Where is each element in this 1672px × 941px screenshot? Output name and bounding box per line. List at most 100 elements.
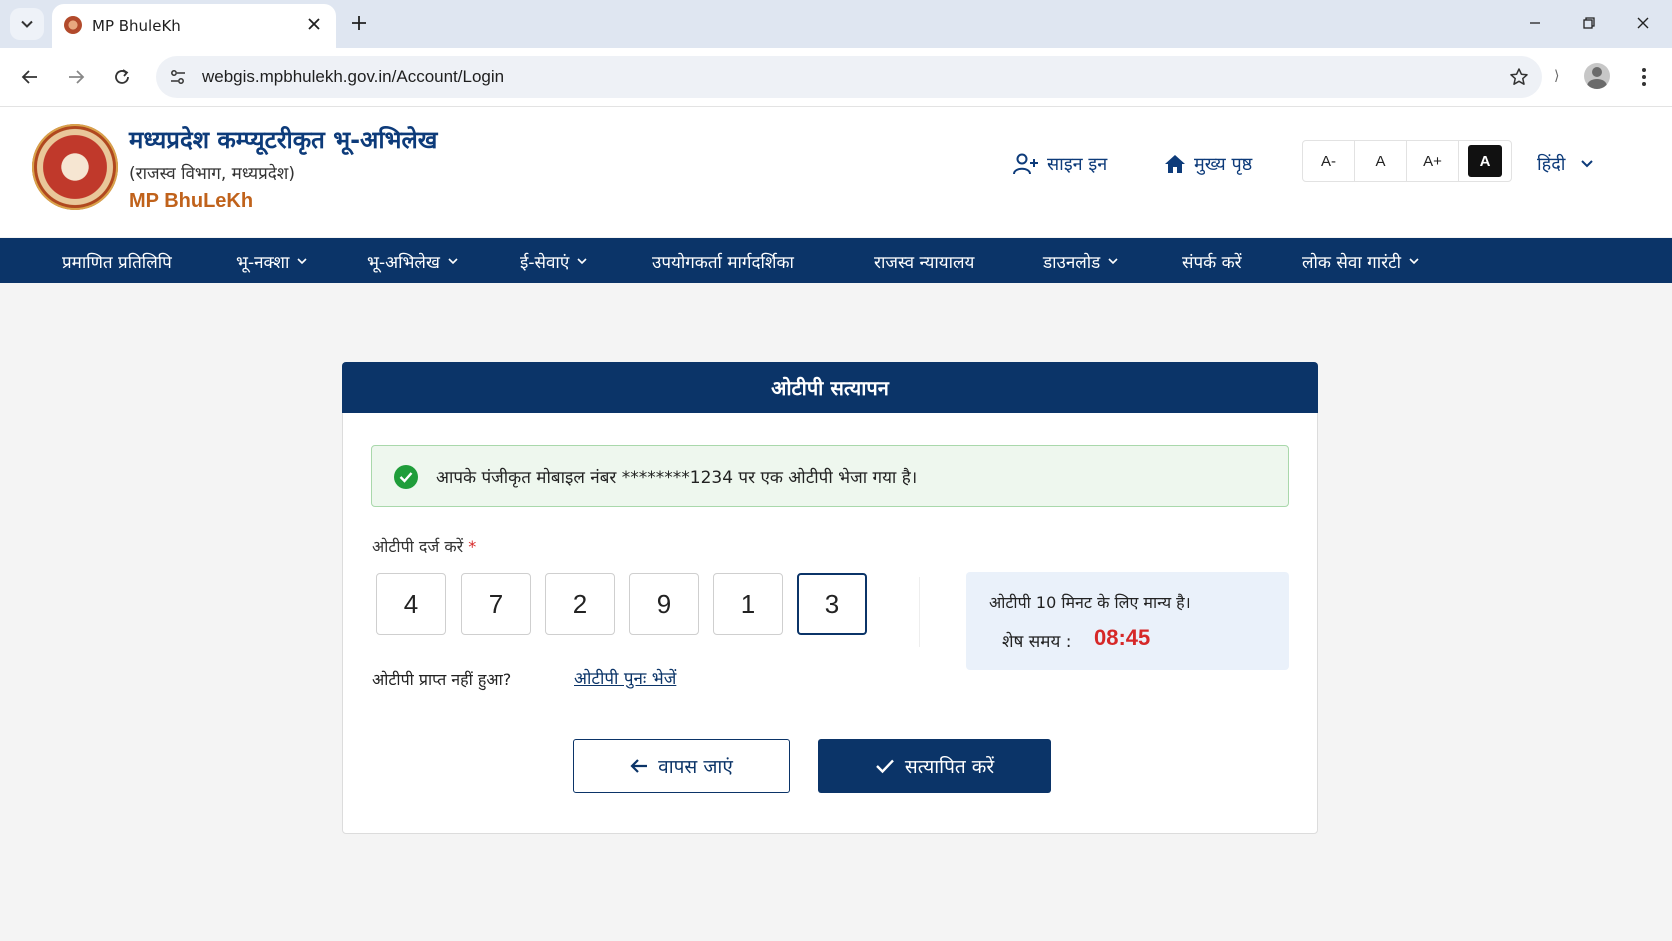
nav-item-bhu-abhilekh[interactable]: भू-अभिलेख xyxy=(367,250,458,273)
url-text: webgis.mpbhulekh.gov.in/Account/Login xyxy=(202,67,505,86)
required-asterisk: * xyxy=(468,537,477,556)
back-button[interactable] xyxy=(16,63,44,91)
tab-search-button[interactable] xyxy=(10,8,44,40)
chevron-down-icon xyxy=(297,258,307,265)
otp-sent-alert: आपके पंजीकृत मोबाइल नंबर ********1234 पर… xyxy=(371,445,1289,507)
card-title: ओटीपी सत्यापन xyxy=(771,376,889,400)
otp-validity-text: ओटीपी 10 मिनट के लिए मान्य है। xyxy=(989,593,1191,612)
mp-emblem-logo[interactable] xyxy=(32,124,118,210)
nav-item-label: भू-अभिलेख xyxy=(367,253,440,273)
nav-item-user-guide[interactable]: उपयोगकर्ता मार्गदर्शिका xyxy=(652,250,794,273)
tab-title: MP BhuleKh xyxy=(92,17,181,35)
site-favicon-icon xyxy=(64,16,82,34)
restore-button[interactable] xyxy=(1574,10,1604,36)
nav-item-label: ई-सेवाएं xyxy=(520,253,570,273)
arrow-left-icon xyxy=(630,759,648,773)
nav-item-label: उपयोगकर्ता मार्गदर्शिका xyxy=(652,253,794,273)
browser-tab[interactable]: MP BhuleKh xyxy=(52,4,336,48)
site-subtitle: (राजस्व विभाग, मध्यप्रदेश) xyxy=(129,164,295,184)
signin-link[interactable]: साइन इन xyxy=(1013,152,1107,176)
otp-digit-5[interactable]: 1 xyxy=(713,573,783,635)
nav-item-label: भू-नक्शा xyxy=(236,253,290,273)
otp-timer-panel: ओटीपी 10 मिनट के लिए मान्य है। शेष समय :… xyxy=(966,572,1289,670)
otp-verification-card: ओटीपी सत्यापन आपके पंजीकृत मोबाइल नंबर *… xyxy=(342,362,1318,834)
nav-item-label: संपर्क करें xyxy=(1182,253,1242,273)
nav-item-contact[interactable]: संपर्क करें xyxy=(1182,250,1242,273)
language-select[interactable]: हिंदी xyxy=(1537,152,1594,176)
nav-item-download[interactable]: डाउनलोड xyxy=(1043,250,1118,273)
back-button-label: वापस जाएं xyxy=(658,756,733,778)
resend-otp-link[interactable]: ओटीपी पुनः भेजें xyxy=(574,666,676,689)
otp-digit-4[interactable]: 9 xyxy=(629,573,699,635)
chevron-down-icon xyxy=(1409,258,1419,265)
nav-item-public-service[interactable]: लोक सेवा गारंटी xyxy=(1302,250,1419,273)
extension-divider-icon: ⟩ xyxy=(1554,68,1560,84)
chevron-down-icon xyxy=(577,258,587,265)
signin-label: साइन इन xyxy=(1047,154,1108,175)
card-header: ओटीपी सत्यापन xyxy=(342,362,1318,413)
otp-digit-3[interactable]: 2 xyxy=(545,573,615,635)
font-size-controls: A- A A+ A xyxy=(1302,140,1512,182)
font-normal-button[interactable]: A xyxy=(1355,141,1407,181)
main-nav: प्रमाणित प्रतिलिपि भू-नक्शा भू-अभिलेख ई-… xyxy=(0,238,1672,283)
divider xyxy=(919,577,920,647)
nav-item-label: प्रमाणित प्रतिलिपि xyxy=(62,253,172,273)
chevron-down-icon xyxy=(21,20,33,28)
otp-digit-2[interactable]: 7 xyxy=(461,573,531,635)
tab-close-button[interactable] xyxy=(304,14,324,34)
plus-icon xyxy=(352,16,366,30)
browser-menu-button[interactable] xyxy=(1634,64,1654,90)
language-label: हिंदी xyxy=(1537,154,1566,175)
close-window-button[interactable] xyxy=(1628,10,1658,36)
more-vert-icon xyxy=(1642,68,1646,86)
minimize-icon xyxy=(1530,22,1540,24)
alert-message: आपके पंजीकृत मोबाइल नंबर ********1234 पर… xyxy=(436,468,918,488)
site-settings-icon[interactable] xyxy=(168,67,188,87)
nav-item-e-services[interactable]: ई-सेवाएं xyxy=(520,250,587,273)
star-icon xyxy=(1510,68,1528,85)
reload-icon xyxy=(115,69,129,84)
minimize-button[interactable] xyxy=(1520,10,1550,36)
site-header: मध्यप्रदेश कम्प्यूटरीकृत भू-अभिलेख (राजस… xyxy=(0,107,1672,237)
high-contrast-button[interactable]: A xyxy=(1468,145,1502,177)
nav-item-label: डाउनलोड xyxy=(1043,253,1101,273)
remaining-time-label: शेष समय : xyxy=(1002,632,1072,652)
font-increase-button[interactable]: A+ xyxy=(1407,141,1459,181)
home-link[interactable]: मुख्य पृष्ठ xyxy=(1164,152,1252,176)
restore-icon xyxy=(1583,17,1595,29)
chevron-down-icon xyxy=(1581,160,1594,168)
new-tab-button[interactable] xyxy=(346,10,372,36)
verify-button[interactable]: सत्यापित करें xyxy=(818,739,1051,793)
nav-item-revenue-court[interactable]: राजस्व न्यायालय xyxy=(874,250,974,273)
url-field[interactable]: webgis.mpbhulekh.gov.in/Account/Login xyxy=(156,56,1542,98)
font-decrease-button[interactable]: A- xyxy=(1303,141,1355,181)
forward-button[interactable] xyxy=(62,63,90,91)
arrow-right-icon xyxy=(69,70,85,84)
chevron-down-icon xyxy=(448,258,458,265)
user-plus-icon xyxy=(1013,153,1038,175)
reload-button[interactable] xyxy=(108,63,136,91)
browser-tab-bar: MP BhuleKh xyxy=(0,0,1672,48)
bookmark-button[interactable] xyxy=(1508,66,1530,88)
home-label: मुख्य पृष्ठ xyxy=(1194,154,1253,175)
otp-not-received-text: ओटीपी प्राप्त नहीं हुआ? xyxy=(372,670,512,689)
profile-avatar[interactable] xyxy=(1584,63,1610,89)
nav-item-label: राजस्व न्यायालय xyxy=(874,253,975,273)
nav-item-bhu-naksha[interactable]: भू-नक्शा xyxy=(236,250,307,273)
close-icon xyxy=(1637,17,1649,29)
nav-item-certified-copy[interactable]: प्रमाणित प्रतिलिपि xyxy=(62,250,172,273)
nav-item-label: लोक सेवा गारंटी xyxy=(1302,253,1402,273)
remaining-time-value: 08:45 xyxy=(1094,625,1151,650)
site-brand: MP BhuLeKh xyxy=(129,190,254,212)
check-circle-icon xyxy=(394,465,418,489)
browser-address-bar: webgis.mpbhulekh.gov.in/Account/Login ⟩ xyxy=(0,48,1672,107)
site-title: मध्यप्रदेश कम्प्यूटरीकृत भू-अभिलेख xyxy=(129,126,438,154)
close-icon xyxy=(308,18,320,30)
otp-digit-6[interactable]: 3 xyxy=(797,573,867,635)
check-icon xyxy=(876,759,894,774)
back-button[interactable]: वापस जाएं xyxy=(573,739,790,793)
home-icon xyxy=(1165,155,1185,173)
otp-field-label: ओटीपी दर्ज करें * xyxy=(372,535,476,557)
tune-icon xyxy=(171,70,185,84)
otp-digit-1[interactable]: 4 xyxy=(376,573,446,635)
